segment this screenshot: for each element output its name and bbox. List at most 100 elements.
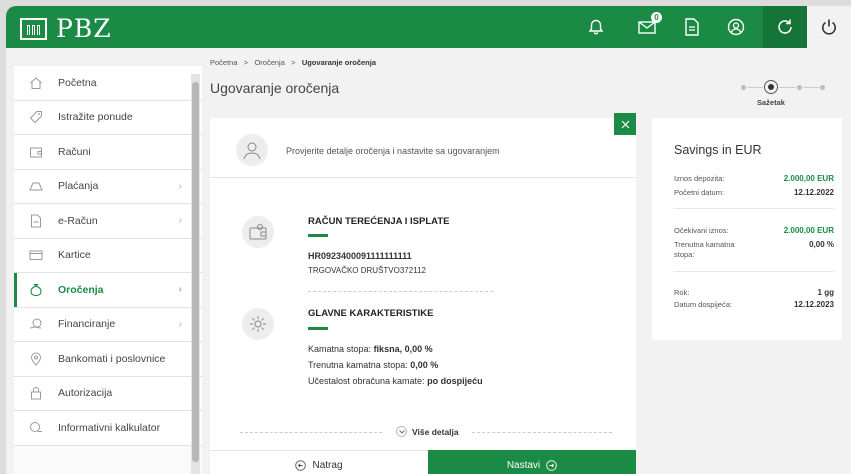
- advisor-icon: [236, 134, 268, 166]
- summary-value: 1 gg: [817, 288, 834, 297]
- main-card: Provjerite detalje oročenja i nastavite …: [210, 118, 636, 450]
- account-holder: TRGOVAČKO DRUŠTVO372112: [308, 266, 426, 275]
- sidebar-item-home[interactable]: Početna: [14, 66, 202, 101]
- sidebar-item-calculator[interactable]: Informativni kalkulator: [14, 411, 202, 446]
- close-icon: [621, 120, 629, 128]
- sidebar-item-label: Plaćanja: [58, 180, 99, 193]
- arrow-right-circle-icon: [546, 459, 557, 471]
- divider: [240, 432, 382, 433]
- step-dot: [797, 85, 802, 90]
- chevron-right-icon: ›: [178, 284, 182, 296]
- sidebar-item-accounts[interactable]: Računi: [14, 135, 202, 170]
- frequency-row: Učestalost obračuna kamate: po dospijeću: [308, 376, 483, 386]
- summary-panel: Savings in EUR Iznos depozita: 2.000,00 …: [652, 118, 842, 340]
- sidebar-item-label: Kartice: [58, 249, 91, 262]
- rate-type-value: fiksna, 0,00 %: [373, 344, 433, 354]
- breadcrumb-current: Ugovaranje oročenja: [301, 58, 377, 67]
- chevron-right-icon: ›: [178, 180, 182, 192]
- more-details-toggle[interactable]: Više detalja: [396, 426, 459, 437]
- home-icon: [28, 75, 44, 91]
- card-icon: [28, 247, 44, 263]
- gear-icon: [242, 308, 274, 340]
- summary-label: Početni datum:: [674, 188, 725, 197]
- sidebar-item-label: Istražite ponude: [58, 111, 133, 124]
- top-bar: PBZ 0: [6, 6, 851, 48]
- breadcrumb-item-home[interactable]: Početna: [210, 58, 238, 67]
- breadcrumb: Početna > Oročenja > Ugovaranje oročenja: [210, 58, 376, 67]
- summary-row-start-date: Početni datum: 12.12.2022: [674, 188, 834, 197]
- close-button[interactable]: [614, 113, 636, 135]
- step-dot: [820, 85, 825, 90]
- summary-label: Datum dospijeća:: [674, 300, 732, 309]
- calculator-icon: [28, 420, 44, 436]
- step-line: [747, 87, 763, 88]
- document-icon[interactable]: [670, 6, 714, 48]
- sidebar-item-offers[interactable]: Istražite ponude: [14, 100, 202, 135]
- scrollbar-thumb[interactable]: [192, 82, 199, 462]
- step-current: [764, 80, 778, 94]
- frequency-value: po dospijeću: [427, 376, 483, 386]
- summary-value: 12.12.2022: [793, 188, 834, 197]
- summary-row-maturity: Datum dospijeća: 12.12.2023: [674, 300, 834, 309]
- intro-text: Provjerite detalje oročenja i nastavite …: [286, 146, 500, 156]
- sidebar-item-label: Autorizacija: [58, 387, 113, 400]
- bell-icon[interactable]: [574, 6, 618, 48]
- divider: [472, 432, 612, 433]
- sidebar-item-payments[interactable]: Plaćanja ›: [14, 169, 202, 204]
- page-title: Ugovaranje oročenja: [210, 80, 340, 96]
- next-button-label: Nastavi: [506, 459, 541, 471]
- intro-section: Provjerite detalje oročenja i nastavite …: [210, 118, 636, 178]
- arrow-left-circle-icon: [295, 460, 307, 471]
- sidebar-item-savings[interactable]: Oročenja ›: [14, 273, 202, 308]
- sidebar-item-label: e-Račun: [58, 214, 98, 227]
- summary-label: Rok:: [674, 288, 690, 297]
- refresh-icon[interactable]: [763, 6, 807, 48]
- pbz-logo[interactable]: PBZ: [20, 14, 112, 43]
- sidebar-item-label: Oročenja: [58, 283, 104, 296]
- summary-label: Očekivani iznos:: [674, 226, 729, 235]
- user-icon[interactable]: [714, 6, 758, 48]
- sidebar-item-e-bill[interactable]: e-Račun ›: [14, 204, 202, 239]
- savings-icon: [28, 282, 44, 298]
- sidebar-item-atms-branches[interactable]: Bankomati i poslovnice: [14, 342, 202, 377]
- sidebar-item-authorization[interactable]: Autorizacija: [14, 376, 202, 411]
- power-icon[interactable]: [807, 6, 851, 48]
- current-rate-label: Trenutna kamatna stopa:: [308, 360, 408, 370]
- step-dot: [741, 85, 746, 90]
- summary-separator: [674, 208, 834, 209]
- sidebar-item-cards[interactable]: Kartice: [14, 238, 202, 273]
- sidebar-item-financing[interactable]: Financiranje ›: [14, 307, 202, 342]
- summary-row-term: Rok: 1 gg: [674, 288, 834, 297]
- chevron-right-icon: ›: [178, 318, 182, 330]
- summary-value: 0,00 %: [809, 240, 834, 249]
- summary-title: Savings in EUR: [674, 143, 762, 157]
- mail-icon[interactable]: 0: [626, 6, 670, 48]
- summary-value: 12.12.2023: [793, 300, 834, 309]
- sidebar-item-label: Informativni kalkulator: [58, 421, 161, 434]
- section-underline: [308, 234, 328, 237]
- tag-icon: [28, 109, 44, 125]
- mail-badge: 0: [651, 12, 662, 23]
- step-label: Sažetak: [757, 98, 785, 107]
- chevron-right-icon: ›: [178, 215, 182, 227]
- more-details-label: Više detalja: [412, 426, 459, 437]
- breadcrumb-item-savings[interactable]: Oročenja: [254, 58, 284, 67]
- next-button[interactable]: Nastavi: [428, 450, 636, 474]
- progress-stepper: Sažetak: [741, 80, 836, 110]
- location-icon: [28, 351, 44, 367]
- details-section-title: GLAVNE KARAKTERISTIKE: [308, 308, 434, 319]
- summary-label: Iznos depozita:: [674, 174, 725, 183]
- wallet-icon: [242, 216, 274, 248]
- divider: [308, 291, 493, 292]
- payment-icon: [28, 178, 44, 194]
- sidebar-item-label: Bankomati i poslovnice: [58, 352, 166, 365]
- sidebar-nav: Početna Istražite ponude Računi Plaćanja…: [14, 66, 202, 474]
- sidebar-scrollbar[interactable]: [191, 74, 200, 474]
- account-section-title: RAČUN TEREĆENJA I ISPLATE: [308, 216, 450, 227]
- app-window: PBZ 0 Početna > Oročenja > Ugovaranje or…: [6, 6, 851, 474]
- back-button[interactable]: Natrag: [210, 450, 428, 474]
- summary-value: 2.000,00 EUR: [783, 226, 834, 235]
- logo-text: PBZ: [56, 14, 112, 43]
- sidebar-item-label: Financiranje: [58, 318, 116, 331]
- section-underline: [308, 327, 328, 330]
